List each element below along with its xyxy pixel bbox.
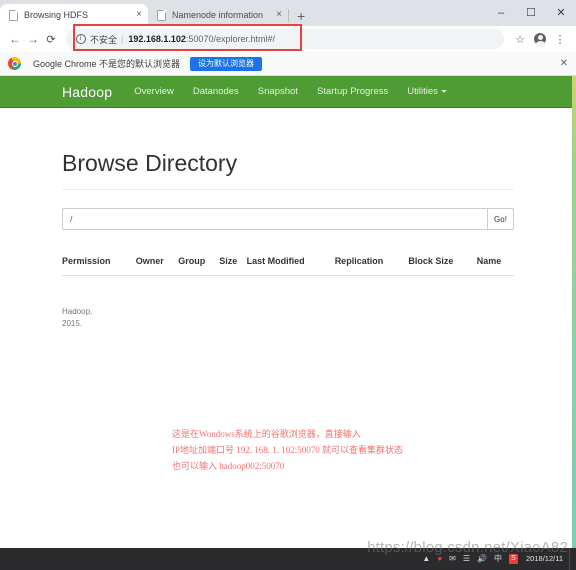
powerpoint-icon[interactable]: S bbox=[509, 554, 519, 564]
address-bar-wrapper: 不安全 | 192.168.1.102:50070/explorer.html#… bbox=[66, 24, 504, 51]
annotation-line: 也可以输入 hadoop002:50070 bbox=[172, 461, 285, 471]
tab-title: Namenode information bbox=[172, 10, 264, 20]
new-tab-button[interactable]: + bbox=[297, 9, 305, 23]
column-header-size[interactable]: Size bbox=[219, 256, 247, 276]
avatar[interactable] bbox=[534, 33, 546, 47]
back-icon[interactable]: ← bbox=[6, 32, 24, 46]
close-icon[interactable]: × bbox=[276, 10, 282, 20]
penguin-icon[interactable]: ● bbox=[437, 555, 442, 563]
infobar-message: Google Chrome 不是您的默认浏览器 bbox=[33, 59, 181, 69]
nav-item-startup-progress[interactable]: Startup Progress bbox=[317, 86, 388, 97]
column-header-block-size[interactable]: Block Size bbox=[408, 256, 477, 276]
path-input[interactable]: / bbox=[62, 208, 487, 230]
close-window-icon[interactable]: ✕ bbox=[546, 0, 576, 26]
taskbar-clock[interactable]: 2018/12/11 bbox=[526, 555, 563, 563]
footer-line: Hadoop, bbox=[62, 307, 93, 316]
url-path: :50070/explorer.html#/ bbox=[185, 34, 275, 44]
bookmark-star-icon[interactable]: ☆ bbox=[510, 33, 530, 46]
column-header-permission[interactable]: Permission bbox=[62, 256, 136, 276]
network-icon[interactable]: ☰ bbox=[463, 555, 470, 563]
close-icon[interactable]: ✕ bbox=[560, 58, 568, 69]
column-header-name[interactable]: Name bbox=[476, 256, 514, 276]
annotation-line: 这是在Wondows系统上的谷歌浏览器，直接输入 bbox=[172, 429, 361, 439]
address-separator: | bbox=[121, 34, 124, 44]
info-icon[interactable] bbox=[76, 34, 86, 44]
footer-line: 2015. bbox=[62, 318, 83, 328]
volume-icon[interactable]: 🔊 bbox=[477, 555, 487, 563]
minimize-icon[interactable]: – bbox=[486, 0, 516, 26]
close-icon[interactable]: × bbox=[136, 10, 142, 20]
overflow-menu-icon[interactable]: ⋮ bbox=[550, 33, 570, 46]
table-header-row: Permission Owner Group Size Last Modifie… bbox=[62, 256, 514, 276]
page-title: Browse Directory bbox=[62, 150, 238, 176]
tab-title: Browsing HDFS bbox=[24, 10, 89, 20]
browser-tab-namenode-information[interactable]: Namenode information × bbox=[148, 4, 288, 26]
url-host: 192.168.1.102 bbox=[128, 34, 186, 44]
page-scrollbar[interactable] bbox=[572, 76, 576, 548]
default-browser-infobar: Google Chrome 不是您的默认浏览器 设为默认浏览器 ✕ bbox=[0, 52, 576, 76]
navbar-brand[interactable]: Hadoop bbox=[62, 84, 112, 100]
forward-icon[interactable]: → bbox=[24, 32, 42, 46]
system-tray: ▲ ● ✉ ☰ 🔊 中 S bbox=[422, 554, 519, 564]
maximize-icon[interactable]: ☐ bbox=[516, 0, 546, 26]
browser-toolbar: ← → ⟳ 不安全 | 192.168.1.102:50070/explorer… bbox=[0, 24, 576, 52]
path-search-row: / Go! bbox=[62, 208, 514, 230]
chrome-logo-icon bbox=[8, 57, 21, 70]
nav-item-utilities-label: Utilities bbox=[407, 86, 438, 97]
annotation-line: IP地址加端口号 192. 168. 1. 102:50070 就可以查看集群状… bbox=[172, 445, 404, 455]
pin-icon[interactable]: ▲ bbox=[422, 555, 430, 563]
page-content: Hadoop Overview Datanodes Snapshot Start… bbox=[0, 76, 576, 548]
page-icon bbox=[157, 9, 166, 21]
reload-icon[interactable]: ⟳ bbox=[42, 33, 60, 46]
page-footer: Hadoop, 2015. bbox=[62, 306, 514, 329]
red-annotation: 这是在Wondows系统上的谷歌浏览器，直接输入 IP地址加端口号 192. 1… bbox=[172, 426, 403, 474]
column-header-owner[interactable]: Owner bbox=[135, 256, 179, 276]
title-divider bbox=[62, 189, 514, 190]
browser-window: Browsing HDFS × Namenode information × +… bbox=[0, 0, 576, 548]
security-status: 不安全 bbox=[90, 34, 118, 45]
go-button[interactable]: Go! bbox=[487, 208, 514, 230]
column-header-group[interactable]: Group bbox=[178, 256, 220, 276]
nav-item-overview[interactable]: Overview bbox=[134, 86, 174, 97]
column-header-replication[interactable]: Replication bbox=[334, 256, 409, 276]
ime-icon[interactable]: 中 bbox=[494, 555, 502, 563]
windows-taskbar: ▲ ● ✉ ☰ 🔊 中 S 2018/12/11 bbox=[0, 548, 576, 570]
address-bar[interactable]: 不安全 | 192.168.1.102:50070/explorer.html#… bbox=[66, 29, 504, 49]
set-default-browser-button[interactable]: 设为默认浏览器 bbox=[190, 56, 263, 71]
browser-tab-browsing-hdfs[interactable]: Browsing HDFS × bbox=[0, 4, 148, 26]
window-controls: – ☐ ✕ bbox=[486, 0, 576, 26]
nav-item-utilities[interactable]: Utilities bbox=[407, 86, 447, 97]
file-listing-table: Permission Owner Group Size Last Modifie… bbox=[62, 256, 514, 276]
chevron-down-icon bbox=[440, 89, 447, 93]
mail-icon[interactable]: ✉ bbox=[449, 555, 456, 563]
page-container: Browse Directory / Go! Permission Owner … bbox=[0, 150, 576, 329]
show-desktop-button[interactable] bbox=[569, 548, 576, 570]
hadoop-navbar: Hadoop Overview Datanodes Snapshot Start… bbox=[0, 76, 576, 108]
tab-divider bbox=[288, 9, 289, 22]
page-icon bbox=[9, 9, 18, 21]
nav-item-datanodes[interactable]: Datanodes bbox=[193, 86, 239, 97]
tab-strip: Browsing HDFS × Namenode information × +… bbox=[0, 0, 576, 26]
column-header-last-modified[interactable]: Last Modified bbox=[246, 256, 335, 276]
nav-item-snapshot[interactable]: Snapshot bbox=[258, 86, 298, 97]
